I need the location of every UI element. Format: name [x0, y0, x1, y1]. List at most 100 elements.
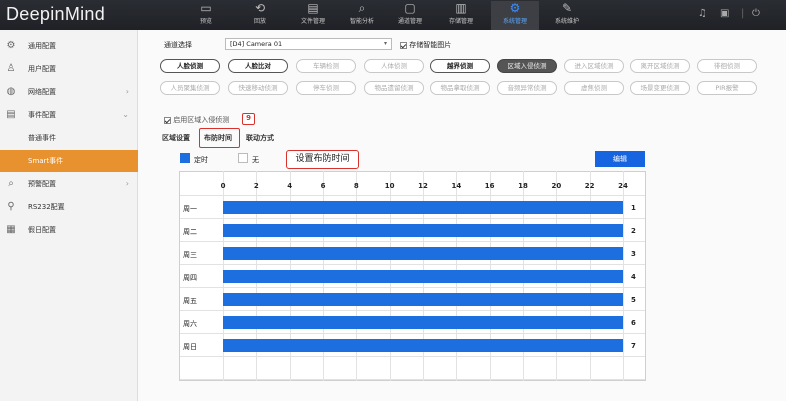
edit-button[interactable]: 编辑: [595, 151, 645, 167]
gear-icon: ⚙: [509, 1, 521, 15]
app-logo: DeepinMind: [6, 4, 106, 24]
nav-playback[interactable]: ⟲ 回放: [236, 1, 284, 30]
alarm-icon: ⌕: [8, 178, 14, 189]
detection-scene-change[interactable]: 场景变更侦测: [630, 81, 690, 95]
detection-region-entrance[interactable]: 进入区域侦测: [564, 59, 624, 73]
grid-hline: [180, 287, 645, 288]
step-badge: 9: [242, 113, 255, 125]
day-label: 周三: [183, 251, 197, 259]
tab-highlight-box: [199, 128, 240, 148]
schedule-bar[interactable]: [223, 339, 623, 352]
legend-none-label: 无: [252, 156, 259, 164]
detection-unattended-baggage[interactable]: 物品遗留侦测: [364, 81, 424, 95]
sidebar-item-general[interactable]: ⚙ 通用配置: [0, 35, 138, 57]
detection-loitering[interactable]: 徘徊侦测: [697, 59, 757, 73]
hour-label: 12: [418, 182, 428, 190]
top-bar: DeepinMind ▭ 预览 ⟲ 回放 ▤ 文件管理 ⌕ 智能分析 ▢ 通道管理 ▥ 存储…: [0, 0, 786, 30]
nav-smart-analysis[interactable]: ⌕ 智能分析: [338, 1, 386, 30]
power-icon[interactable]: ⏻: [752, 8, 760, 19]
store-smart-image-checkbox[interactable]: [400, 41, 407, 49]
sidebar: ⚙ 通用配置 ♙ 用户配置 ◍ 网络配置 › ▤ 事件配置 ⌄ 普通事件 Smart事件 ⌕…: [0, 30, 138, 401]
rs232-icon: ⚲: [7, 201, 15, 212]
detection-object-removal[interactable]: 物品拿取侦测: [430, 81, 490, 95]
detection-face-compare[interactable]: 人脸比对: [228, 59, 288, 73]
sidebar-item-normal-event[interactable]: 普通事件: [0, 127, 138, 149]
legend-none-swatch[interactable]: [238, 153, 248, 163]
hour-label: 0: [220, 182, 226, 190]
enable-intrusion-checkbox[interactable]: [164, 116, 171, 124]
schedule-bar[interactable]: [223, 247, 623, 260]
grid-hline: [180, 333, 645, 334]
divider-icon: |: [741, 8, 745, 19]
sidebar-item-holiday[interactable]: ▦ 假日配置: [0, 219, 138, 241]
legend-armed-swatch[interactable]: [180, 153, 190, 163]
nav-preview[interactable]: ▭ 预览: [182, 1, 230, 30]
gear-icon: ⚙: [6, 40, 16, 51]
schedule-bar[interactable]: [223, 316, 623, 329]
sidebar-item-network[interactable]: ◍ 网络配置 ›: [0, 81, 138, 103]
nav-storage-management[interactable]: ▥ 存储管理: [437, 1, 485, 30]
hour-label: 20: [551, 182, 562, 190]
detection-people-gathering[interactable]: 人员聚集侦测: [160, 81, 220, 95]
sidebar-item-rs232[interactable]: ⚲ RS232配置: [0, 196, 138, 218]
detection-region-exit[interactable]: 离开区域侦测: [630, 59, 690, 73]
day-label: 周一: [183, 205, 197, 213]
grid-vline: [623, 171, 624, 381]
schedule-bar[interactable]: [223, 293, 623, 306]
detection-face[interactable]: 人脸侦测: [160, 59, 220, 73]
detection-vehicle[interactable]: 车辆检测: [296, 59, 356, 73]
day-label: 周日: [183, 343, 197, 351]
grid-hline: [180, 310, 645, 311]
lock-icon[interactable]: ▣: [720, 8, 729, 19]
grid-hline: [180, 356, 645, 357]
grid-hline: [180, 195, 645, 196]
annotation-callout: 设置布防时间: [286, 150, 359, 169]
day-label: 周四: [183, 274, 197, 282]
schedule-bar[interactable]: [223, 270, 623, 283]
wrench-icon: ✎: [561, 1, 573, 15]
detection-audio-exception[interactable]: 音频异常侦测: [497, 81, 557, 95]
nav-system-maintenance[interactable]: ✎ 系统维护: [543, 1, 591, 30]
grid-hline: [180, 264, 645, 265]
channel-label: 通道选择: [164, 41, 192, 49]
schedule-bar[interactable]: [223, 224, 623, 237]
channel-icon: ▢: [404, 1, 416, 15]
bell-icon[interactable]: ♫: [698, 8, 707, 19]
tab-linkage-method[interactable]: 联动方式: [246, 133, 274, 143]
storage-icon: ▥: [455, 1, 467, 15]
day-number: 4: [631, 273, 636, 281]
sidebar-item-user[interactable]: ♙ 用户配置: [0, 58, 138, 80]
schedule-bar[interactable]: [223, 201, 623, 214]
legend-armed-label: 定时: [194, 156, 208, 164]
day-number: 1: [631, 204, 636, 212]
enable-intrusion-option[interactable]: 启用区域入侵侦测: [164, 115, 229, 125]
grid-hline: [180, 241, 645, 242]
detection-fast-moving[interactable]: 快速移动侦测: [228, 81, 288, 95]
sidebar-item-alarm[interactable]: ⌕ 预警配置 ›: [0, 173, 138, 195]
detection-parking[interactable]: 停车侦测: [296, 81, 356, 95]
sidebar-item-smart-event[interactable]: Smart事件: [0, 150, 138, 172]
nav-file-management[interactable]: ▤ 文件管理: [289, 1, 337, 30]
channel-select[interactable]: [D4] Camera 01 ▾: [225, 38, 392, 50]
hour-label: 4: [287, 182, 293, 190]
day-number: 7: [631, 342, 636, 350]
sidebar-item-event[interactable]: ▤ 事件配置 ⌄: [0, 104, 138, 126]
tab-area-settings[interactable]: 区域设置: [162, 133, 190, 143]
nav-system-management[interactable]: ⚙ 系统管理: [491, 1, 539, 30]
day-number: 3: [631, 250, 636, 258]
detection-pir-alarm[interactable]: PIR报警: [697, 81, 757, 95]
day-label: 周五: [183, 297, 197, 305]
detection-intrusion[interactable]: 区域入侵侦测: [497, 59, 557, 73]
hour-label: 24: [618, 182, 628, 190]
store-smart-image-option[interactable]: 存储智能图片: [400, 40, 451, 50]
detection-line-crossing[interactable]: 越界侦测: [430, 59, 490, 73]
globe-icon: ◍: [6, 86, 16, 97]
event-icon: ▤: [6, 109, 16, 120]
detection-human[interactable]: 人体侦测: [364, 59, 424, 73]
nav-channel-management[interactable]: ▢ 通道管理: [386, 1, 434, 30]
detection-defocus[interactable]: 虚焦侦测: [564, 81, 624, 95]
day-label: 周二: [183, 228, 197, 236]
hour-label: 6: [320, 182, 326, 190]
preview-icon: ▭: [200, 1, 212, 15]
chevron-right-icon: ›: [125, 179, 129, 188]
